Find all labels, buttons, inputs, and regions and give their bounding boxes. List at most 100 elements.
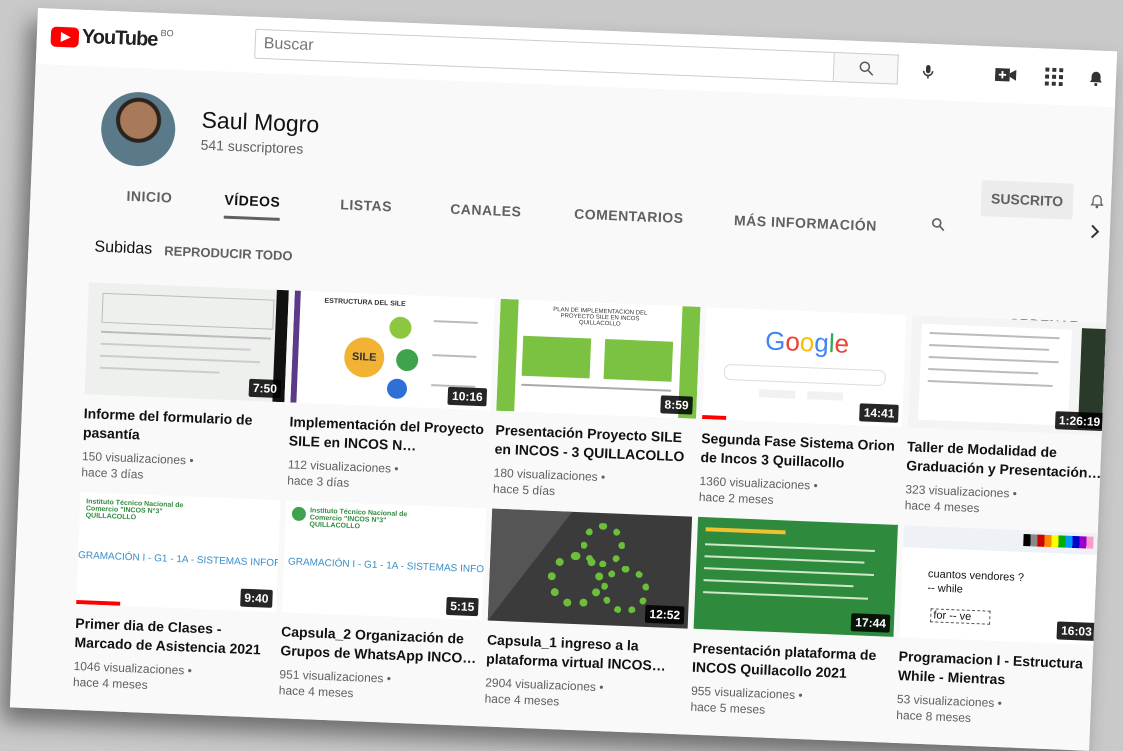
video-thumbnail[interactable]: Instituto Técnico Nacional de Comercio "… <box>76 492 280 612</box>
thumb-line <box>704 567 874 576</box>
apps-grid-icon[interactable] <box>1042 64 1067 89</box>
video-thumbnail[interactable]: Instituto Técnico Nacional de Comercio "… <box>282 500 486 620</box>
video-card[interactable]: cuantos vendores ? -- while for -- ve 16… <box>896 525 1104 731</box>
thumb-green-box <box>604 339 674 382</box>
notifications-bell-icon[interactable] <box>1084 66 1109 91</box>
thumb-line <box>100 355 260 363</box>
video-duration: 7:50 <box>249 379 282 398</box>
thumb-line <box>434 320 478 324</box>
video-thumbnail[interactable]: 7:50 <box>85 282 289 402</box>
play-all-button[interactable]: REPRODUCIR TODO <box>164 243 293 263</box>
thumb-heading: ESTRUCTURA DEL SILE <box>324 298 406 308</box>
video-card[interactable]: Google 14:41 Segunda Fase Sistema Orion … <box>699 307 907 513</box>
thumb-side-bar <box>496 299 518 412</box>
tab-inicio[interactable]: INICIO <box>126 188 172 206</box>
video-title[interactable]: Taller de Modalidad de Graduación y Pres… <box>906 437 1107 483</box>
youtube-page: YouTube BO Saul Mogro 541 suscriptores S… <box>10 8 1117 751</box>
video-duration: 16:03 <box>1057 621 1096 641</box>
channel-avatar[interactable] <box>100 91 177 168</box>
thumb-document <box>918 324 1072 426</box>
video-thumbnail[interactable]: PLAN DE IMPLEMENTACION DEL PROYECTO SILE… <box>496 299 700 419</box>
video-thumbnail[interactable]: ESTRUCTURA DEL SILE SILE 10:16 <box>290 291 494 411</box>
thumb-chart-area <box>101 293 274 330</box>
thumb-caption: GRAMACIÓN I - G1 - 1A - SISTEMAS INFORMÁ <box>78 550 281 570</box>
video-title[interactable]: Presentación Proyecto SILE en INCOS - 3 … <box>494 421 695 467</box>
videos-section: Subidas REPRODUCIR TODO ORDENAR POR 7:50… <box>10 214 1109 751</box>
channel-search-icon[interactable] <box>930 216 947 236</box>
thumb-line <box>101 331 271 340</box>
thumb-circle <box>387 378 408 399</box>
video-title[interactable]: Implementación del Proyecto SILE en INCO… <box>288 412 489 458</box>
video-duration: 8:59 <box>660 395 693 414</box>
tabs-scroll-right-icon[interactable] <box>1089 224 1100 241</box>
tab-listas[interactable]: LISTAS <box>340 196 392 214</box>
channel-name: Saul Mogro <box>201 107 320 139</box>
video-duration: 10:16 <box>448 387 487 407</box>
section-title: Subidas <box>94 238 153 258</box>
subscribed-button[interactable]: SUSCRITO <box>980 180 1073 220</box>
thumb-text: for -- ve <box>930 608 990 624</box>
thumb-circle <box>396 349 419 372</box>
video-thumbnail[interactable]: 12:52 <box>488 509 692 629</box>
thumb-circle <box>389 316 412 339</box>
search-input[interactable] <box>255 30 850 82</box>
video-title[interactable]: Informe del formulario de pasantía <box>83 404 284 450</box>
video-thumbnail[interactable]: 17:44 <box>694 517 898 637</box>
thumb-line <box>432 354 476 358</box>
thumb-line <box>100 367 220 374</box>
microphone-icon[interactable] <box>916 59 941 84</box>
tab-comentarios[interactable]: COMENTARIOS <box>574 206 684 226</box>
thumb-green-box <box>522 336 592 379</box>
video-duration: 9:40 <box>240 589 273 608</box>
video-card[interactable]: ESTRUCTURA DEL SILE SILE 10:16 Implement… <box>287 291 495 497</box>
thumb-text: cuantos vendores ? <box>928 568 1024 584</box>
video-thumbnail[interactable]: 1:26:19 <box>908 315 1112 435</box>
video-title[interactable]: Primer dia de Clases - Marcado de Asiste… <box>74 614 275 660</box>
search-icon <box>856 59 875 78</box>
video-card[interactable]: 7:50 Informe del formulario de pasantía … <box>81 282 289 488</box>
video-duration: 12:52 <box>645 605 684 625</box>
thumb-heading: PLAN DE IMPLEMENTACION DEL PROYECTO SILE… <box>540 306 661 329</box>
video-title[interactable]: Capsula_1 ingreso a la plataforma virtua… <box>486 631 687 677</box>
video-title[interactable]: Capsula_2 Organización de Grupos de What… <box>280 622 481 668</box>
thumb-search-bar <box>724 364 887 386</box>
video-card[interactable]: PLAN DE IMPLEMENTACION DEL PROYECTO SILE… <box>493 299 701 505</box>
country-code: BO <box>160 27 173 38</box>
video-card[interactable]: 12:52 Capsula_1 ingreso a la plataforma … <box>484 509 692 715</box>
thumb-gear <box>600 565 650 615</box>
search-button[interactable] <box>834 52 899 85</box>
thumb-line <box>704 579 854 587</box>
video-card[interactable]: Instituto Técnico Nacional de Comercio "… <box>73 492 281 698</box>
thumb-sile-label: SILE <box>352 351 377 364</box>
tab-videos[interactable]: VÍDEOS <box>224 192 281 221</box>
video-card[interactable]: 17:44 Presentación plataforma de INCOS Q… <box>690 517 898 723</box>
logo-wordmark: YouTube <box>81 26 157 52</box>
video-title[interactable]: Segunda Fase Sistema Orion de Incos 3 Qu… <box>700 429 901 475</box>
video-title[interactable]: Programacion I - Estructura While - Mien… <box>898 647 1099 693</box>
thumb-line <box>703 591 868 600</box>
thumb-side-bar <box>290 291 300 403</box>
thumb-line <box>705 543 875 552</box>
thumb-button <box>759 389 795 398</box>
video-duration: 1:26:19 <box>1055 411 1105 431</box>
video-thumbnail[interactable]: Google 14:41 <box>702 307 906 427</box>
video-card[interactable]: Instituto Técnico Nacional de Comercio "… <box>278 500 486 706</box>
thumb-line <box>521 384 671 392</box>
youtube-logo[interactable]: YouTube BO <box>50 25 173 53</box>
thumb-sile-circle: SILE <box>343 337 385 379</box>
thumb-google-logo: Google <box>765 325 850 359</box>
youtube-play-icon <box>50 26 79 47</box>
thumb-heading: Instituto Técnico Nacional de Comercio "… <box>86 498 207 524</box>
create-video-icon[interactable] <box>994 62 1019 87</box>
video-duration: 14:41 <box>859 403 898 423</box>
thumb-caption: GRAMACIÓN I - G1 - 1A - SISTEMAS INFORMÁ <box>288 556 487 576</box>
search-box[interactable] <box>254 29 835 82</box>
thumb-heading: Instituto Técnico Nacional de Comercio "… <box>309 507 430 533</box>
channel-bell-icon[interactable] <box>1089 192 1106 216</box>
tab-canales[interactable]: CANALES <box>450 201 522 220</box>
video-card[interactable]: 1:26:19 Taller de Modalidad de Graduació… <box>904 315 1112 521</box>
video-title[interactable]: Presentación plataforma de INCOS Quillac… <box>692 639 893 685</box>
video-thumbnail[interactable]: cuantos vendores ? -- while for -- ve 16… <box>899 525 1103 645</box>
thumb-line <box>704 555 864 563</box>
video-duration: 5:15 <box>446 597 479 616</box>
